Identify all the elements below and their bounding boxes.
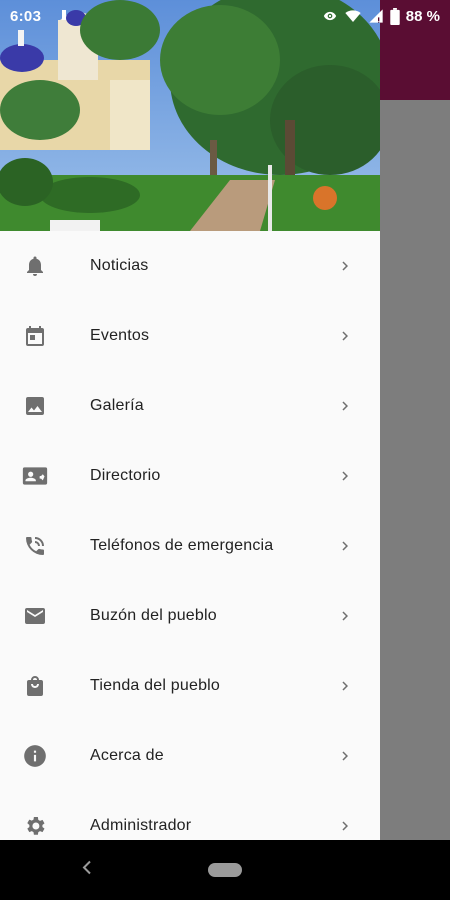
gear-icon — [22, 813, 48, 839]
wifi-icon — [344, 8, 362, 24]
info-icon — [22, 743, 48, 769]
phone-call-icon — [22, 533, 48, 559]
system-navigation-bar — [0, 840, 450, 900]
chevron-right-icon — [342, 401, 348, 411]
battery-icon — [390, 7, 400, 25]
chevron-right-icon — [342, 821, 348, 831]
contact-card-icon — [22, 463, 48, 489]
chevron-right-icon — [342, 261, 348, 271]
status-time: 6:03 — [10, 7, 42, 25]
shopping-bag-icon — [22, 673, 48, 699]
status-icons: 88 % — [322, 7, 440, 25]
calendar-icon — [22, 323, 48, 349]
menu-item-label: Buzón del pueblo — [90, 607, 217, 624]
menu-list: Noticias Eventos Galería Directorio Telé… — [0, 231, 380, 840]
menu-item-telefonos-emergencia[interactable]: Teléfonos de emergencia — [0, 511, 380, 581]
back-icon[interactable] — [80, 859, 94, 882]
menu-item-administrador[interactable]: Administrador — [0, 791, 380, 840]
signal-icon — [368, 8, 384, 24]
menu-item-galeria[interactable]: Galería — [0, 371, 380, 441]
navigation-drawer: Noticias Eventos Galería Directorio Telé… — [0, 0, 380, 840]
menu-item-label: Tienda del pueblo — [90, 677, 221, 694]
bell-icon — [22, 253, 48, 279]
menu-item-label: Teléfonos de emergencia — [90, 537, 274, 554]
chevron-right-icon — [342, 751, 348, 761]
chevron-right-icon — [342, 471, 348, 481]
image-icon — [22, 393, 48, 419]
chevron-right-icon — [342, 681, 348, 691]
menu-item-eventos[interactable]: Eventos — [0, 301, 380, 371]
chevron-right-icon — [342, 541, 348, 551]
battery-percent: 88 % — [405, 7, 440, 25]
menu-item-label: Noticias — [90, 257, 149, 274]
menu-item-label: Eventos — [90, 327, 150, 344]
menu-item-label: Administrador — [90, 817, 192, 834]
eye-icon — [322, 9, 338, 23]
mail-icon — [22, 603, 48, 629]
menu-item-buzon[interactable]: Buzón del pueblo — [0, 581, 380, 651]
chevron-right-icon — [342, 611, 348, 621]
menu-item-acerca-de[interactable]: Acerca de — [0, 721, 380, 791]
drawer-scrim[interactable] — [380, 100, 450, 840]
home-pill[interactable] — [208, 863, 242, 877]
chevron-right-icon — [342, 331, 348, 341]
status-bar: 6:03 88 % — [0, 0, 450, 32]
menu-item-label: Acerca de — [90, 747, 164, 764]
menu-item-label: Galería — [90, 397, 144, 414]
menu-item-label: Directorio — [90, 467, 161, 484]
drawer-header-photo — [0, 0, 380, 231]
menu-item-tienda[interactable]: Tienda del pueblo — [0, 651, 380, 721]
menu-item-noticias[interactable]: Noticias — [0, 231, 380, 301]
menu-item-directorio[interactable]: Directorio — [0, 441, 380, 511]
